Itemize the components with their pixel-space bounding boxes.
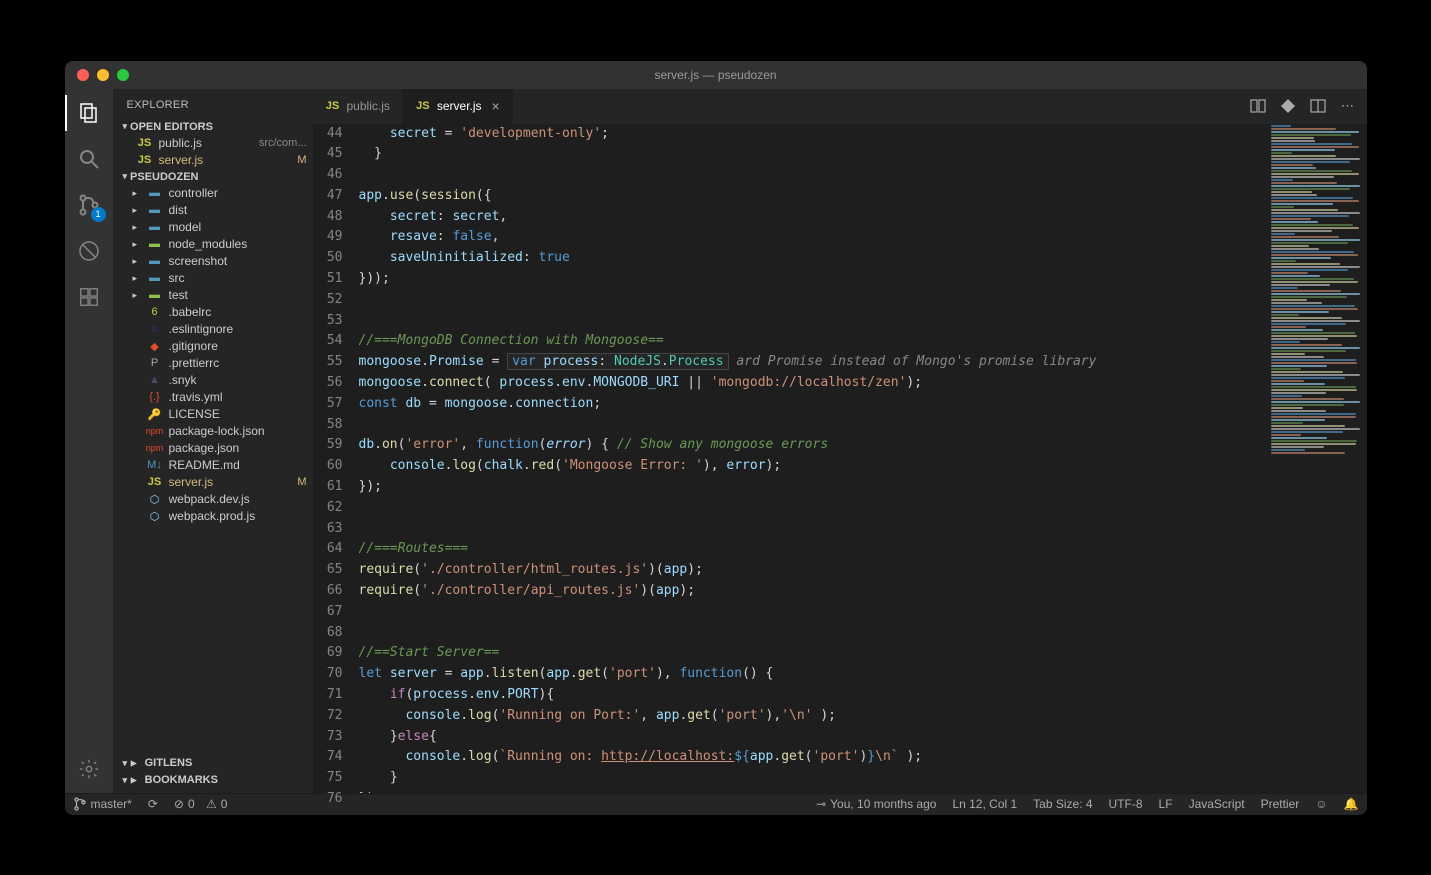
status-encoding[interactable]: UTF-8	[1101, 797, 1151, 811]
folder-item[interactable]: ▸▬screenshot	[113, 253, 313, 270]
gutter: 4445464748495051525354555657585960616263…	[313, 124, 359, 793]
window-title: server.js — pseudozen	[65, 68, 1367, 82]
titlebar[interactable]: server.js — pseudozen	[65, 61, 1367, 89]
search-icon[interactable]	[75, 145, 103, 173]
folder-item[interactable]: ▸▬controller	[113, 185, 313, 202]
editor-tab[interactable]: JSserver.js×	[403, 89, 513, 124]
main-area: 1 EXPLORER OPEN EDITORS JSpublic.jssrc/c…	[65, 89, 1367, 793]
file-item[interactable]: ⬡webpack.dev.js	[113, 491, 313, 508]
file-item[interactable]: 🔑LICENSE	[113, 406, 313, 423]
section-bookmarks[interactable]: ▾ BOOKMARKS	[113, 772, 313, 793]
file-item[interactable]: ◆.gitignore	[113, 338, 313, 355]
section-open-editors[interactable]: OPEN EDITORS	[113, 119, 313, 135]
tab-actions: ⋯	[1249, 89, 1367, 124]
section-gitlens[interactable]: ▾ GITLENS	[113, 753, 313, 772]
close-icon[interactable]	[77, 69, 89, 81]
more-icon[interactable]: ⋯	[1339, 97, 1357, 115]
status-feedback-icon[interactable]: ☺	[1307, 797, 1335, 811]
scm-badge: 1	[91, 207, 106, 222]
open-editor-item[interactable]: JSserver.jsM	[113, 152, 313, 169]
status-bell-icon[interactable]: 🔔	[1336, 797, 1367, 811]
traffic-lights	[65, 69, 129, 81]
status-eol[interactable]: LF	[1151, 797, 1181, 811]
status-problems[interactable]: ⊘0 ⚠0	[166, 797, 236, 811]
folder-item[interactable]: ▸▬dist	[113, 202, 313, 219]
editor-tab[interactable]: JSpublic.js	[313, 89, 403, 124]
gitlens-icon[interactable]	[1279, 97, 1297, 115]
minimap[interactable]	[1267, 124, 1367, 793]
folder-item[interactable]: ▸▬src	[113, 270, 313, 287]
folder-item[interactable]: ▸▬node_modules	[113, 236, 313, 253]
file-item[interactable]: JSserver.jsM	[113, 474, 313, 491]
editor-area: JSpublic.jsJSserver.js× ⋯ 44454647484950…	[313, 89, 1367, 793]
status-branch[interactable]: master*	[65, 797, 140, 811]
section-project[interactable]: PSEUDOZEN	[113, 169, 313, 185]
file-item[interactable]: 6.babelrc	[113, 304, 313, 321]
file-item[interactable]: npmpackage.json	[113, 440, 313, 457]
code-editor[interactable]: secret = 'development-only'; } app.use(s…	[359, 124, 1267, 793]
close-tab-icon[interactable]: ×	[492, 98, 500, 114]
status-lang[interactable]: JavaScript	[1181, 797, 1253, 811]
source-control-icon[interactable]: 1	[75, 191, 103, 219]
split-editor-icon[interactable]	[1309, 97, 1327, 115]
fullscreen-icon[interactable]	[117, 69, 129, 81]
file-item[interactable]: M↓README.md	[113, 457, 313, 474]
status-tabsize[interactable]: Tab Size: 4	[1025, 797, 1100, 811]
status-sync[interactable]: ⟳	[140, 797, 166, 811]
activity-bar: 1	[65, 89, 113, 793]
status-bar: master* ⟳ ⊘0 ⚠0 ⊸You, 10 months ago Ln 1…	[65, 793, 1367, 815]
code-wrap: 4445464748495051525354555657585960616263…	[313, 124, 1367, 793]
tab-bar: JSpublic.jsJSserver.js× ⋯	[313, 89, 1367, 124]
file-item[interactable]: ▲.snyk	[113, 372, 313, 389]
status-cursor[interactable]: Ln 12, Col 1	[944, 797, 1025, 811]
file-item[interactable]: ○.eslintignore	[113, 321, 313, 338]
explorer-icon[interactable]	[75, 99, 103, 127]
file-item[interactable]: {.}.travis.yml	[113, 389, 313, 406]
extensions-icon[interactable]	[75, 283, 103, 311]
folder-item[interactable]: ▸▬model	[113, 219, 313, 236]
vscode-window: server.js — pseudozen 1 EXPLORER OPEN ED…	[65, 61, 1367, 815]
minimize-icon[interactable]	[97, 69, 109, 81]
compare-icon[interactable]	[1249, 97, 1267, 115]
file-item[interactable]: P.prettierrc	[113, 355, 313, 372]
status-blame[interactable]: ⊸You, 10 months ago	[808, 797, 944, 811]
sidebar: EXPLORER OPEN EDITORS JSpublic.jssrc/com…	[113, 89, 313, 793]
sidebar-title: EXPLORER	[113, 89, 313, 119]
folder-item[interactable]: ▸▬test	[113, 287, 313, 304]
debug-icon[interactable]	[75, 237, 103, 265]
settings-icon[interactable]	[75, 755, 103, 783]
file-item[interactable]: npmpackage-lock.json	[113, 423, 313, 440]
file-item[interactable]: ⬡webpack.prod.js	[113, 508, 313, 525]
open-editor-item[interactable]: JSpublic.jssrc/com...	[113, 135, 313, 152]
status-formatter[interactable]: Prettier	[1253, 797, 1308, 811]
